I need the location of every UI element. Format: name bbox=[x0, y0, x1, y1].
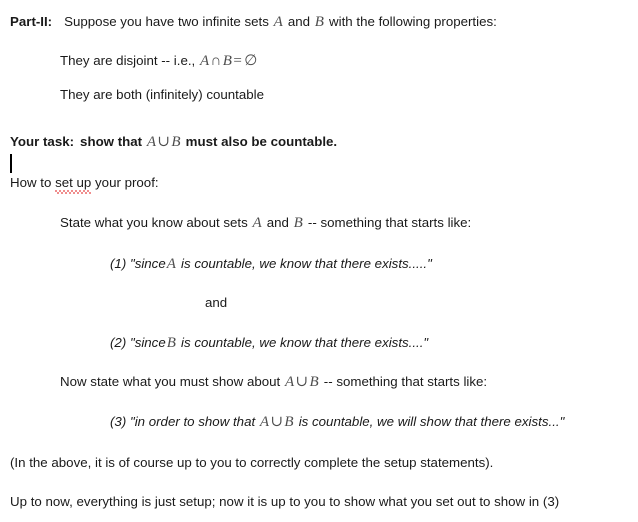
state-show-line: Now state what you must show about A∪B -… bbox=[60, 374, 487, 390]
state-show-text-after: -- something that starts like: bbox=[323, 374, 488, 389]
item-3-text-before: "in order to show that bbox=[129, 414, 256, 429]
howto-prefix: How to bbox=[10, 175, 56, 190]
state-know-text-2: and bbox=[266, 215, 289, 230]
part-heading-text-1: Suppose you have two infinite sets bbox=[64, 14, 269, 29]
item-1-number: (1) bbox=[110, 256, 127, 271]
task-line: Your task: show that A∪B must also be cou… bbox=[10, 134, 337, 150]
math-set-a: A bbox=[273, 14, 284, 30]
closing-note-text: Up to now, everything is just setup; now… bbox=[10, 494, 560, 509]
item-3-text-after: is countable, we will show that there ex… bbox=[298, 414, 565, 429]
howto-suffix: your proof: bbox=[91, 175, 159, 190]
item-2-number: (2) bbox=[110, 335, 127, 350]
item-1-text-before: "since bbox=[129, 256, 166, 271]
property-disjoint-text: They are disjoint -- i.e., bbox=[60, 53, 196, 68]
part-label: Part-II: bbox=[10, 14, 53, 29]
part-heading-text-3: with the following properties: bbox=[329, 14, 497, 29]
state-know-text-3: -- something that starts like: bbox=[307, 215, 472, 230]
math-set-a-3: A bbox=[166, 256, 177, 272]
math-a-union-b-3: A∪B bbox=[259, 414, 294, 430]
item-3-line: (3) "in order to show that A∪B is counta… bbox=[110, 414, 564, 430]
part-heading-text-2: and bbox=[287, 14, 311, 29]
task-text-before: show that bbox=[80, 134, 143, 149]
math-set-b: B bbox=[314, 14, 325, 30]
state-know-line: State what you know about sets A and B -… bbox=[60, 215, 471, 231]
parenthetical-note-line: (In the above, it is of course up to you… bbox=[10, 455, 493, 471]
item-3-number: (3) bbox=[110, 414, 127, 429]
item-2-text-before: "since bbox=[129, 335, 166, 350]
math-a-intersect-b: A∩B= ∅ bbox=[199, 53, 258, 69]
spellcheck-misspelled-word[interactable]: set up bbox=[55, 175, 92, 194]
task-label: Your task: bbox=[10, 134, 75, 149]
property-disjoint-line: They are disjoint -- i.e., A∩B= ∅ bbox=[60, 53, 260, 69]
property-countable-text: They are both (infinitely) countable bbox=[60, 87, 264, 102]
math-set-b-3: B bbox=[166, 335, 177, 351]
conjunction-text: and bbox=[205, 295, 228, 310]
parenthetical-note-text: (In the above, it is of course up to you… bbox=[10, 455, 494, 470]
math-set-b-2: B bbox=[293, 215, 304, 231]
item-2-line: (2) "sinceB is countable, we know that t… bbox=[110, 335, 428, 351]
closing-note-line: Up to now, everything is just setup; now… bbox=[10, 494, 559, 510]
math-a-union-b-task: A∪B bbox=[146, 134, 181, 150]
task-text-after: must also be countable. bbox=[185, 134, 338, 149]
state-know-text-1: State what you know about sets bbox=[60, 215, 248, 230]
howto-line: How to set up your proof: bbox=[10, 175, 159, 194]
item-2-text-after: is countable, we know that there exists.… bbox=[181, 335, 429, 350]
document-body: Part-II: Suppose you have two infinite se… bbox=[0, 0, 638, 522]
part-heading-line: Part-II: Suppose you have two infinite se… bbox=[10, 14, 497, 30]
item-1-text-after: is countable, we know that there exists.… bbox=[181, 256, 432, 271]
state-show-text-before: Now state what you must show about bbox=[60, 374, 281, 389]
math-set-a-2: A bbox=[252, 215, 263, 231]
math-a-union-b-2: A∪B bbox=[284, 374, 320, 390]
conjunction-line: and bbox=[205, 295, 227, 311]
item-1-line: (1) "sinceA is countable, we know that t… bbox=[110, 256, 432, 272]
text-caret[interactable] bbox=[10, 154, 12, 173]
property-countable-line: They are both (infinitely) countable bbox=[60, 87, 264, 103]
